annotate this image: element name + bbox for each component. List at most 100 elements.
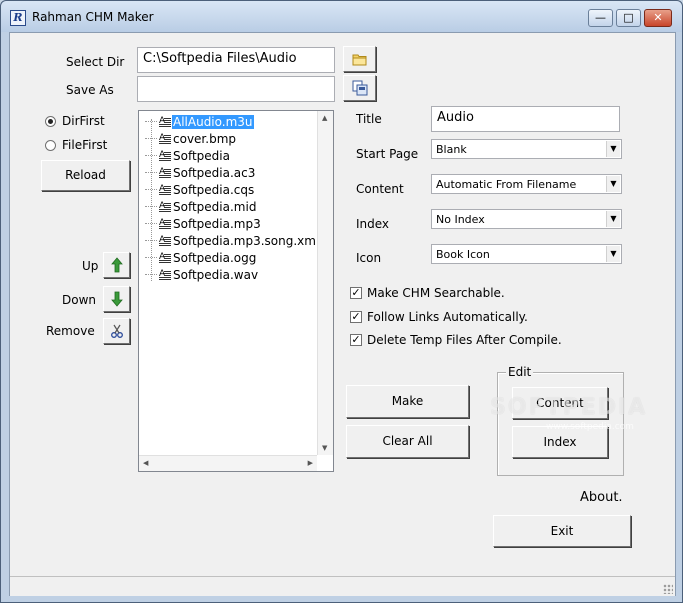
title-label: Title xyxy=(356,112,382,126)
tree-branch xyxy=(145,257,157,258)
file-tree-list[interactable]: A AllAudio.m3u A cover.bmp A Softpedia A… xyxy=(138,110,334,472)
icon-select[interactable]: Book Icon ▼ xyxy=(431,244,622,264)
status-bar xyxy=(10,576,675,596)
edit-index-button[interactable]: Index xyxy=(512,426,608,458)
save-as-input[interactable] xyxy=(137,76,335,102)
list-item-label: AllAudio.m3u xyxy=(172,114,254,129)
follow-links-checkbox[interactable]: ✓ xyxy=(350,311,362,323)
text-file-icon: A xyxy=(159,116,171,128)
list-item[interactable]: A Softpedia.mp3 xyxy=(145,215,262,232)
list-item[interactable]: A Softpedia.cqs xyxy=(145,181,255,198)
save-as-label: Save As xyxy=(66,83,114,97)
tree-branch xyxy=(145,155,157,156)
list-item-label: cover.bmp xyxy=(173,131,236,146)
close-button[interactable]: ✕ xyxy=(644,9,672,27)
delete-temp-checkbox[interactable]: ✓ xyxy=(350,334,362,346)
list-item-label: Softpedia.ogg xyxy=(173,250,257,265)
searchable-label: Make CHM Searchable. xyxy=(367,286,505,300)
clear-all-button[interactable]: Clear All xyxy=(346,425,469,458)
arrow-down-icon xyxy=(110,291,123,307)
index-value: No Index xyxy=(436,213,485,226)
searchable-checkbox[interactable]: ✓ xyxy=(350,287,362,299)
edit-index-label: Index xyxy=(543,435,577,449)
horizontal-scrollbar[interactable]: ◀ ▶ xyxy=(139,455,317,471)
list-item-label: Softpedia.ac3 xyxy=(173,165,256,180)
maximize-button[interactable]: □ xyxy=(616,9,641,27)
icon-value: Book Icon xyxy=(436,248,490,261)
save-copy-icon xyxy=(352,80,367,96)
list-item[interactable]: A Softpedia.ogg xyxy=(145,249,257,266)
content-label: Content xyxy=(356,182,404,196)
scroll-right-arrow-icon[interactable]: ▶ xyxy=(308,459,313,467)
save-as-browse-button[interactable] xyxy=(343,75,376,101)
tree-branch xyxy=(145,274,157,275)
tree-branch xyxy=(145,223,157,224)
scroll-up-arrow-icon[interactable]: ▲ xyxy=(322,114,327,122)
dropdown-arrow-icon[interactable]: ▼ xyxy=(606,211,620,227)
about-link[interactable]: About. xyxy=(580,490,623,505)
minimize-button[interactable]: — xyxy=(588,9,613,27)
dropdown-arrow-icon[interactable]: ▼ xyxy=(606,141,620,157)
resize-grip-icon[interactable] xyxy=(663,584,673,594)
dirfirst-radio[interactable] xyxy=(45,116,56,127)
scissors-icon xyxy=(110,324,123,338)
list-item-label: Softpedia.mp3.song.xml xyxy=(173,233,320,248)
folder-open-icon xyxy=(352,54,366,65)
index-select[interactable]: No Index ▼ xyxy=(431,209,622,229)
list-item[interactable]: A cover.bmp xyxy=(145,130,237,147)
content-select[interactable]: Automatic From Filename ▼ xyxy=(431,174,622,194)
list-item[interactable]: A Softpedia xyxy=(145,147,231,164)
exit-button[interactable]: Exit xyxy=(493,515,631,547)
move-up-button[interactable] xyxy=(103,252,130,278)
reload-button-label: Reload xyxy=(65,168,106,182)
follow-links-label: Follow Links Automatically. xyxy=(367,310,528,324)
up-label: Up xyxy=(82,259,99,273)
exit-button-label: Exit xyxy=(550,524,574,538)
list-item-label: Softpedia.cqs xyxy=(173,182,255,197)
list-item-label: Softpedia xyxy=(173,148,230,163)
delete-temp-label: Delete Temp Files After Compile. xyxy=(367,333,562,347)
clear-all-button-label: Clear All xyxy=(382,434,433,448)
browse-folder-button[interactable] xyxy=(343,46,376,72)
list-item-label: Softpedia.mp3 xyxy=(173,216,261,231)
title-input[interactable]: Audio xyxy=(431,106,620,132)
dropdown-arrow-icon[interactable]: ▼ xyxy=(606,176,620,192)
vertical-scrollbar[interactable]: ▲ ▼ xyxy=(317,111,333,455)
move-down-button[interactable] xyxy=(103,286,130,312)
start-page-select[interactable]: Blank ▼ xyxy=(431,139,622,159)
edit-content-button[interactable]: Content xyxy=(512,387,608,419)
tree-branch xyxy=(145,189,157,190)
reload-button[interactable]: Reload xyxy=(41,160,130,191)
text-file-icon: A xyxy=(159,150,171,162)
title-bar[interactable]: R Rahman CHM Maker — □ ✕ xyxy=(1,1,682,32)
index-label: Index xyxy=(356,217,390,231)
text-file-icon: A xyxy=(159,201,171,213)
dropdown-arrow-icon[interactable]: ▼ xyxy=(606,246,620,262)
make-button[interactable]: Make xyxy=(346,385,469,418)
arrow-up-icon xyxy=(110,257,123,273)
tree-branch xyxy=(145,172,157,173)
filefirst-label: FileFirst xyxy=(62,138,108,152)
start-page-label: Start Page xyxy=(356,147,419,161)
text-file-icon: A xyxy=(159,167,171,179)
remove-button[interactable] xyxy=(103,318,130,344)
text-file-icon: A xyxy=(159,235,171,247)
dirfirst-label: DirFirst xyxy=(62,114,105,128)
list-item[interactable]: A AllAudio.m3u xyxy=(145,113,254,130)
edit-group-title: Edit xyxy=(506,365,534,379)
app-logo-icon: R xyxy=(10,10,26,26)
select-dir-label: Select Dir xyxy=(66,55,125,69)
list-item[interactable]: A Softpedia.mid xyxy=(145,198,257,215)
list-item[interactable]: A Softpedia.wav xyxy=(145,266,259,283)
tree-branch xyxy=(145,206,157,207)
window-title: Rahman CHM Maker xyxy=(32,10,154,24)
list-item[interactable]: A Softpedia.mp3.song.xml xyxy=(145,232,320,249)
filefirst-radio[interactable] xyxy=(45,140,56,151)
icon-label: Icon xyxy=(356,251,382,265)
text-file-icon: A xyxy=(159,218,171,230)
list-item[interactable]: A Softpedia.ac3 xyxy=(145,164,256,181)
make-button-label: Make xyxy=(391,394,424,408)
select-dir-input[interactable]: C:\Softpedia Files\Audio xyxy=(137,47,335,73)
scroll-down-arrow-icon[interactable]: ▼ xyxy=(322,444,327,452)
scroll-left-arrow-icon[interactable]: ◀ xyxy=(143,459,148,467)
